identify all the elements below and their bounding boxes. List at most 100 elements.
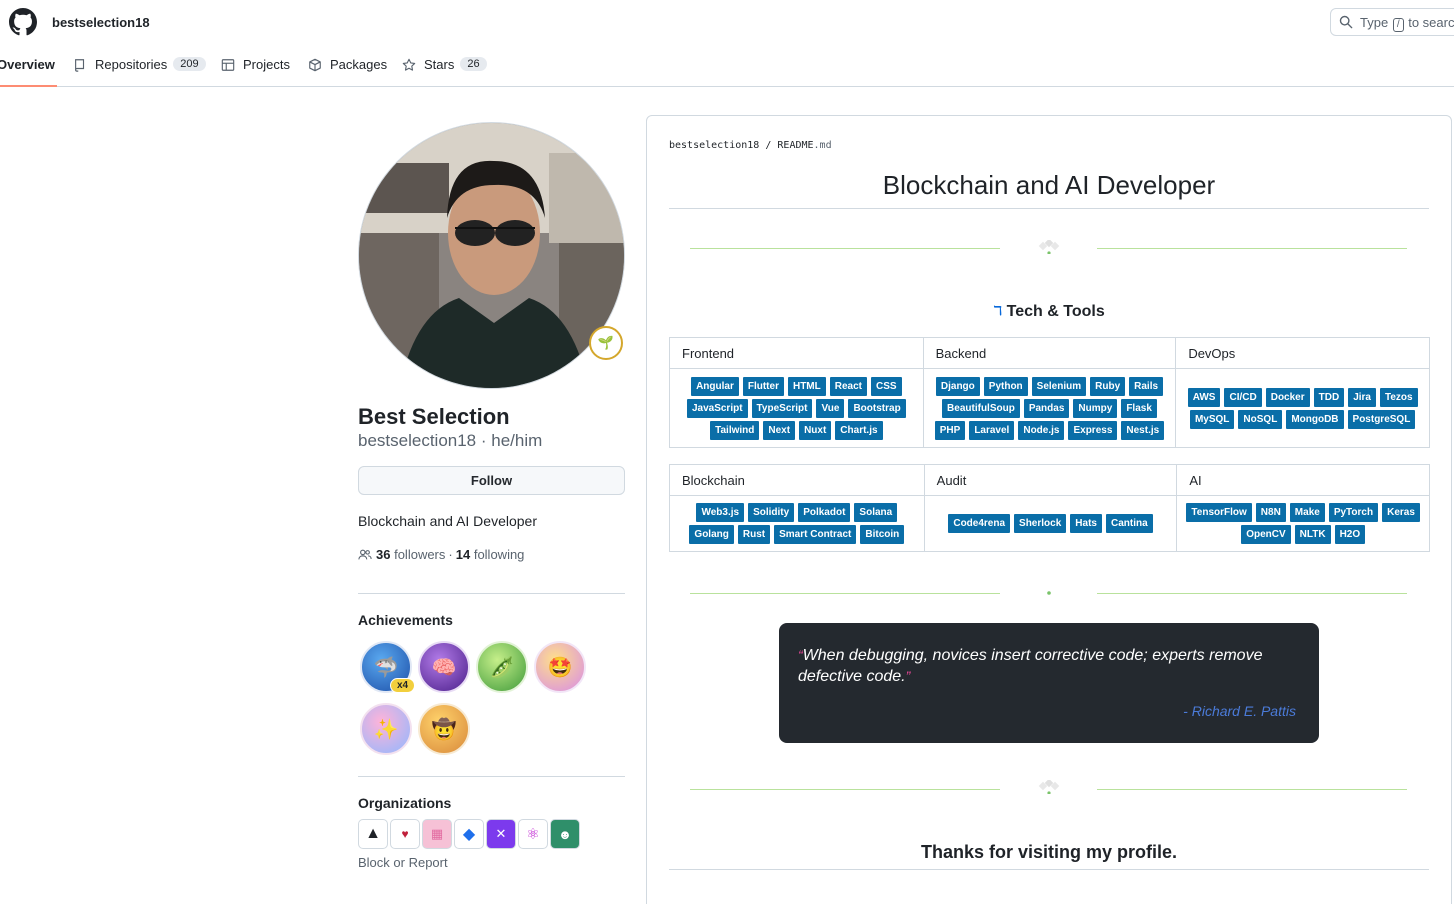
- avatar[interactable]: [358, 122, 625, 389]
- readme-owner-link[interactable]: bestselection18: [669, 140, 759, 151]
- pair-extraordinaire-achievement[interactable]: 🫛: [476, 641, 528, 693]
- table-header: DevOps: [1175, 337, 1430, 369]
- decorative-line: [1097, 593, 1407, 594]
- following-link[interactable]: 14 following: [456, 547, 525, 562]
- followers-link[interactable]: 36 followers: [376, 547, 445, 562]
- org-avatar[interactable]: ✕: [486, 819, 516, 849]
- chip-list: Django Python Selenium Ruby Rails BeautifulSo…: [930, 376, 1170, 440]
- tech-badge: CI/CD: [1224, 387, 1262, 407]
- package-icon: [309, 58, 321, 72]
- stars-count: 26: [460, 57, 487, 71]
- tech-badge: Django: [935, 376, 980, 396]
- tech-badge: PyTorch: [1328, 503, 1379, 522]
- tech-badge: TensorFlow: [1186, 503, 1252, 522]
- decorative-line: [1097, 789, 1407, 790]
- tech-badge: Tailwind: [710, 420, 760, 440]
- decorative-line: [690, 789, 1000, 790]
- chip-list: Web3.js Solidity Polkadot Solana Golang Rust S…: [676, 503, 918, 544]
- tools-glyph-icon: ℸ: [993, 303, 1003, 318]
- slash-key-hint: /: [1392, 18, 1404, 32]
- tech-badge: Next: [763, 420, 796, 440]
- ornament-icon: [1038, 780, 1060, 794]
- tech-badge: Selenium: [1031, 376, 1087, 396]
- chip-list: Code4rena Sherlock Hats Cantina: [931, 514, 1171, 533]
- chip-list: Angular Flutter HTML React CSS JavaScript Type…: [676, 376, 917, 440]
- block-or-report-link[interactable]: Block or Report: [358, 855, 448, 870]
- org-avatar[interactable]: ⚛: [518, 819, 548, 849]
- tab-projects[interactable]: Projects: [221, 50, 290, 87]
- profile-username-link[interactable]: bestselection18: [52, 15, 150, 30]
- tech-badge: Docker: [1265, 387, 1310, 407]
- tab-overview[interactable]: Overview: [0, 50, 57, 87]
- tech-badge: Sherlock: [1014, 514, 1067, 533]
- profile-bio: Blockchain and AI Developer: [358, 513, 537, 529]
- tech-badge: Numpy: [1073, 398, 1118, 418]
- ps-logo-icon: ♥: [401, 827, 409, 841]
- divider: [358, 776, 625, 777]
- tech-badge: Make: [1289, 503, 1325, 522]
- tech-badge: Chart.js: [835, 420, 883, 440]
- avatar-image: [359, 123, 624, 388]
- org-avatar[interactable]: ☻: [550, 819, 580, 849]
- tech-badge: Polkadot: [798, 503, 851, 522]
- table-header: Audit: [923, 464, 1178, 496]
- quickdraw-achievement[interactable]: 🤠: [418, 703, 470, 755]
- galaxy-brain-achievement[interactable]: 🧠: [418, 641, 470, 693]
- tech-badge: Solidity: [748, 503, 795, 522]
- tech-badge: Solana: [854, 503, 898, 522]
- starstruck-achievement[interactable]: 🤩: [534, 641, 586, 693]
- tech-badge: JavaScript: [686, 398, 748, 418]
- tech-badge: TDD: [1313, 387, 1345, 407]
- tech-badge: Rails: [1129, 376, 1164, 396]
- tab-packages[interactable]: Packages: [308, 50, 387, 87]
- tab-stars[interactable]: Stars 26: [402, 50, 487, 87]
- pattern-logo-icon: ▦: [430, 826, 444, 841]
- tech-badge: Web3.js: [696, 503, 745, 522]
- search-placeholder: Type / to search: [1360, 15, 1454, 32]
- github-logo-icon[interactable]: [9, 8, 37, 36]
- quote-card: “When debugging, novices insert correcti…: [779, 623, 1319, 743]
- tech-badge: Golang: [689, 525, 734, 544]
- tech-badge: Python: [983, 376, 1028, 396]
- tech-badge: AWS: [1187, 387, 1221, 407]
- tech-table-1: Frontend Backend DevOps Angular Flutter HT…: [669, 337, 1430, 448]
- table-cell: AWS CI/CD Docker TDD Jira Tezos MySQL NoSQL Mong…: [1175, 368, 1430, 448]
- starstruck-face-icon: 🤩: [547, 656, 573, 679]
- table-header: AI: [1176, 464, 1430, 496]
- tech-badge: Jira: [1348, 387, 1376, 407]
- tab-repositories[interactable]: Repositories 209: [73, 50, 206, 87]
- org-avatar[interactable]: ▦: [422, 819, 452, 849]
- quote-author: - Richard E. Pattis: [1183, 703, 1296, 719]
- achievements-title[interactable]: Achievements: [358, 612, 453, 628]
- diamond-logo-icon: ◆: [462, 826, 476, 843]
- tech-badge: MySQL: [1189, 409, 1235, 429]
- status-emoji-badge[interactable]: 🌱: [589, 326, 623, 360]
- table-cell: Code4rena Sherlock Hats Cantina: [923, 495, 1178, 552]
- tech-badge: Node.js: [1018, 420, 1065, 440]
- table-header: Blockchain: [669, 464, 925, 496]
- tech-badge: NLTK: [1294, 525, 1331, 544]
- table-cell: TensorFlow N8N Make PyTorch Keras OpenCV NLTK H…: [1176, 495, 1430, 552]
- thanks-heading: Thanks for visiting my profile.: [920, 842, 1178, 862]
- tech-badge: Flutter: [742, 376, 784, 396]
- org-avatar[interactable]: ♥: [390, 819, 420, 849]
- thanks-rule: [669, 869, 1429, 870]
- follow-button[interactable]: Follow: [358, 466, 625, 495]
- readme-path: bestselection18 / README.md: [669, 140, 832, 151]
- org-avatar[interactable]: ▲: [358, 819, 388, 849]
- tech-badge: Laravel: [969, 420, 1015, 440]
- quote-text: “When debugging, novices insert correcti…: [798, 647, 1263, 685]
- tech-badge: PostgreSQL: [1347, 409, 1416, 429]
- tech-badge: N8N: [1255, 503, 1286, 522]
- follow-stats: 36 followers · 14 following: [358, 547, 524, 562]
- tech-badge: HTML: [787, 376, 826, 396]
- tech-badge: PHP: [934, 420, 966, 440]
- tech-badge: Nuxt: [799, 420, 832, 440]
- tech-badge: Code4rena: [948, 514, 1011, 533]
- yolo-achievement[interactable]: ✨: [360, 703, 412, 755]
- decorative-line: [690, 248, 1000, 249]
- readme-file-link[interactable]: README.md: [777, 140, 831, 151]
- repo-icon: [75, 59, 85, 72]
- org-avatar[interactable]: ◆: [454, 819, 484, 849]
- search-input[interactable]: Type / to search: [1330, 8, 1454, 36]
